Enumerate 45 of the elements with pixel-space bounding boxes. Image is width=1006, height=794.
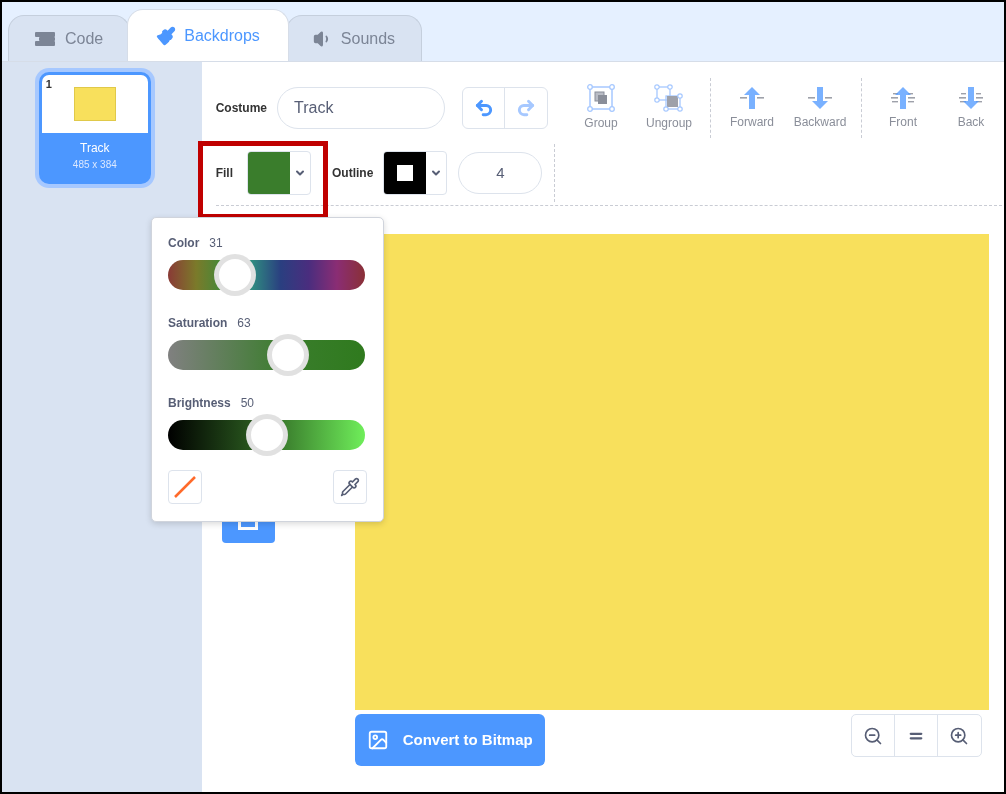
slider-label: Saturation: [168, 315, 228, 332]
outline-color-picker[interactable]: [383, 150, 448, 195]
ungroup-icon: [654, 84, 684, 112]
zoom-out-icon: [862, 725, 883, 746]
costume-name: Track: [79, 140, 111, 157]
costume-number: 1: [45, 77, 52, 92]
slider-thumb[interactable]: [213, 254, 256, 296]
no-color-button[interactable]: [168, 470, 202, 504]
eyedropper-icon: [340, 477, 360, 497]
costume-size: 485 x 384: [71, 158, 118, 172]
arrow-down-icon: [806, 85, 834, 111]
zoom-in-icon: [949, 725, 970, 746]
costume-thumbnail: [73, 87, 116, 121]
fill-label: Fill: [215, 164, 233, 182]
slider-label: Color: [168, 235, 200, 252]
arrange-button[interactable]: Group: [568, 84, 634, 132]
redo-arrow-icon: [516, 98, 536, 118]
tab[interactable]: Backdrops: [127, 9, 289, 61]
arrow-down-icon: [957, 85, 985, 111]
costume-label: Costume: [215, 100, 267, 117]
slider-thumb[interactable]: [267, 334, 310, 376]
slider-value: 50: [240, 395, 255, 412]
arrow-up-icon: [738, 85, 766, 111]
slider-label: Brightness: [168, 395, 231, 412]
slider-thumb[interactable]: [245, 414, 288, 456]
arrange-button[interactable]: Backward: [787, 85, 853, 131]
outline-width-field[interactable]: 4: [458, 151, 543, 194]
outline-label: Outline: [332, 164, 374, 182]
undo-arrow-icon: [473, 98, 494, 118]
arrange-button[interactable]: Back: [938, 85, 1004, 131]
eyedropper-button[interactable]: [333, 470, 367, 504]
diagonal-line-icon: [173, 475, 197, 499]
arrange-button[interactable]: Ungroup: [636, 84, 702, 132]
convert-to-bitmap-button[interactable]: Convert to Bitmap: [354, 714, 545, 766]
image-icon: [366, 729, 389, 751]
fill-color-picker[interactable]: [247, 150, 311, 195]
code-blocks-icon: [35, 31, 57, 46]
arrange-button[interactable]: Forward: [719, 85, 785, 131]
slider-value: 63: [237, 315, 251, 332]
costume-name-field[interactable]: Track: [277, 87, 445, 129]
slider-value: 31: [209, 235, 223, 252]
paintbrush-icon: [156, 25, 177, 46]
arrange-button[interactable]: Front: [870, 85, 936, 131]
group-icon: [587, 84, 615, 112]
arrow-up-icon: [889, 85, 917, 111]
